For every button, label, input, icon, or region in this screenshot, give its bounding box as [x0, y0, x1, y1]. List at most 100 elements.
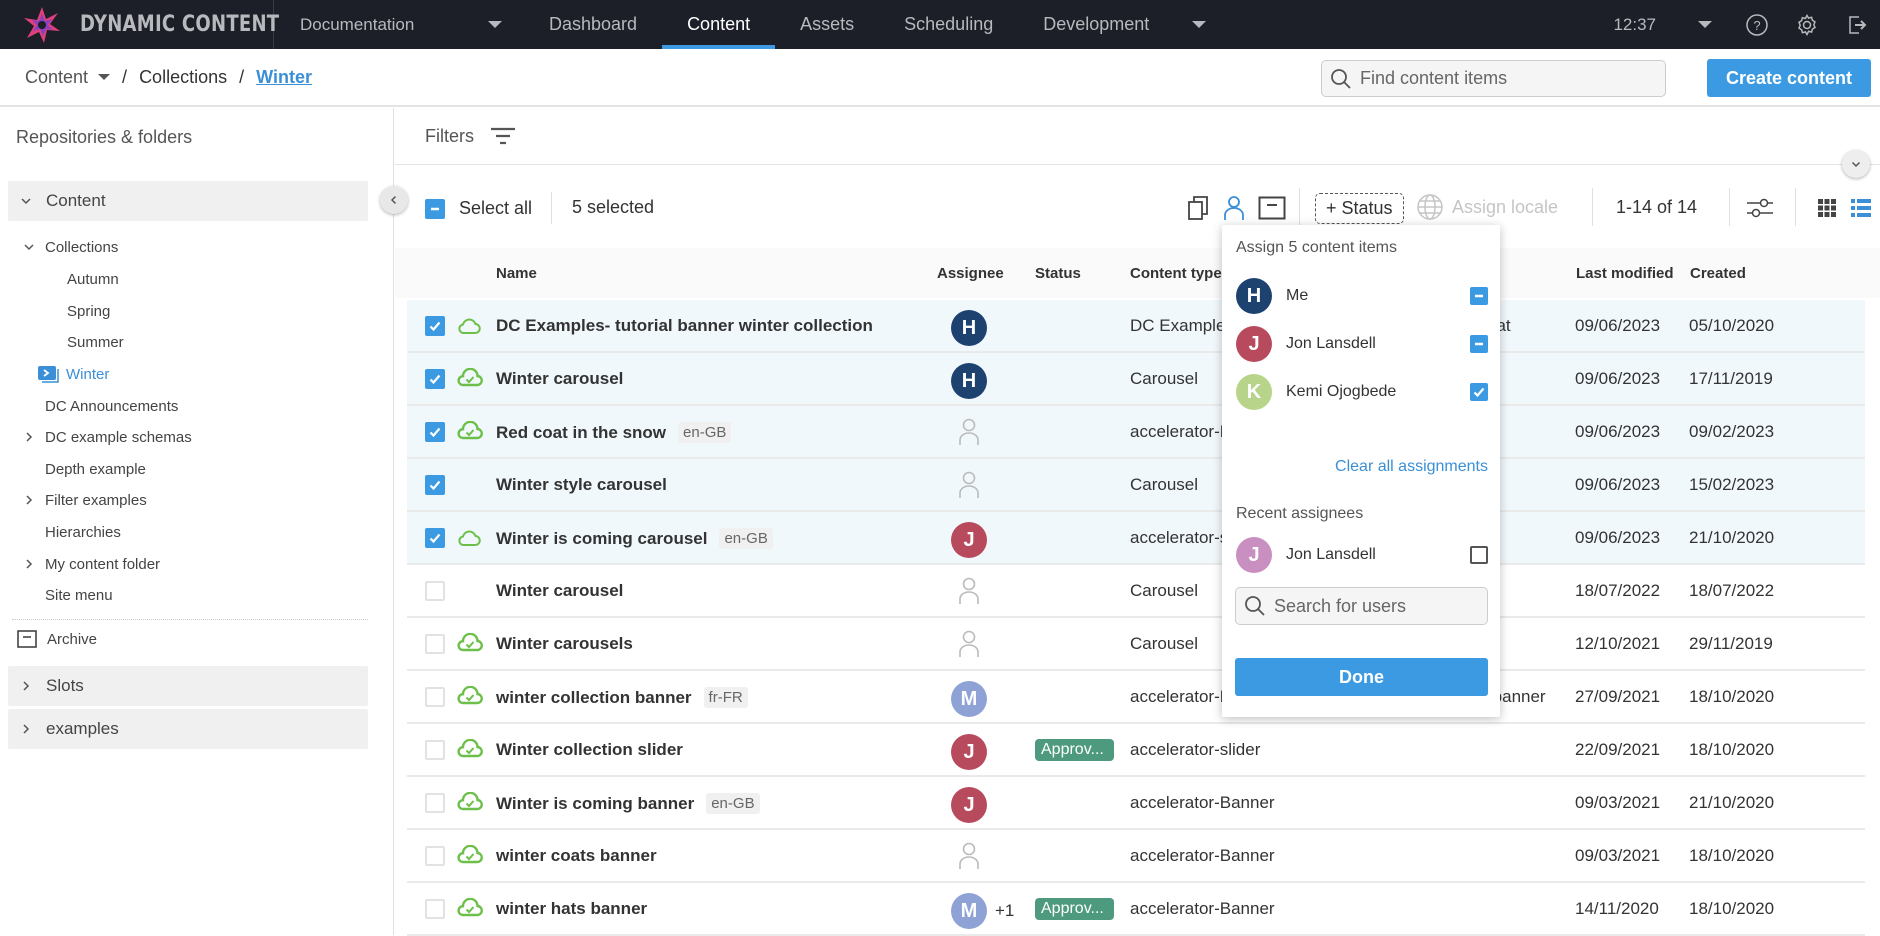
collapse-sidebar-button[interactable] — [380, 186, 408, 214]
row-checkbox-checked[interactable] — [425, 475, 445, 495]
row-checkbox[interactable] — [425, 899, 445, 919]
folder-dc-announcements[interactable]: DC Announcements — [45, 394, 178, 418]
assignee-option[interactable]: K Kemi Ojogbede — [1236, 374, 1488, 410]
content-name[interactable]: winter hats banner — [496, 899, 647, 919]
assignee[interactable]: J — [951, 522, 987, 558]
unassigned-user-icon[interactable] — [958, 630, 980, 658]
content-row[interactable]: DC Examples- tutorial banner winter coll… — [407, 300, 1865, 353]
row-checkbox[interactable] — [425, 846, 445, 866]
nav-more-button[interactable] — [1174, 0, 1224, 49]
folder-spring[interactable]: Spring — [67, 299, 110, 323]
list-view-icon[interactable] — [1847, 194, 1875, 222]
repo-content[interactable]: Content — [8, 181, 368, 221]
unassigned-user-icon[interactable] — [958, 471, 980, 499]
content-name[interactable]: DC Examples- tutorial banner winter coll… — [496, 316, 873, 336]
folder-site-menu[interactable]: Site menu — [45, 583, 113, 607]
chevron-down-icon[interactable] — [23, 241, 35, 253]
select-all-checkbox[interactable] — [425, 198, 445, 219]
clock-dropdown-icon[interactable] — [1698, 21, 1712, 28]
assignee[interactable]: M +1 — [951, 893, 1014, 929]
assignee[interactable]: J — [951, 787, 987, 823]
user-checkbox[interactable] — [1470, 546, 1488, 564]
folder-dc-example-schemas[interactable]: DC example schemas — [26, 425, 192, 449]
column-header-status[interactable]: Status — [1035, 265, 1081, 282]
user-search-input[interactable] — [1274, 595, 1474, 617]
user-search[interactable] — [1235, 587, 1488, 625]
assignee[interactable]: H — [951, 363, 987, 399]
logout-icon[interactable] — [1844, 12, 1870, 38]
content-row[interactable]: Red coat in the snow en-GB accelerator-B … — [407, 406, 1865, 459]
folder-filter-examples[interactable]: Filter examples — [26, 488, 147, 512]
content-row[interactable]: Winter collection slider J accelerator-s… — [407, 724, 1865, 777]
row-checkbox-checked[interactable] — [425, 528, 445, 548]
column-header-content-type[interactable]: Content type — [1130, 265, 1222, 282]
folder-summer[interactable]: Summer — [67, 330, 124, 354]
row-checkbox[interactable] — [425, 581, 445, 601]
row-checkbox-checked[interactable] — [425, 316, 445, 336]
chevron-right-icon[interactable] — [23, 494, 35, 506]
create-content-button[interactable]: Create content — [1707, 59, 1871, 97]
row-checkbox[interactable] — [425, 687, 445, 707]
breadcrumb-root[interactable]: Content — [25, 67, 111, 88]
help-icon[interactable]: ? — [1744, 12, 1770, 38]
content-name[interactable]: winter coats banner — [496, 846, 657, 866]
assign-user-icon[interactable] — [1220, 194, 1248, 222]
user-checkbox-checked[interactable] — [1470, 383, 1488, 401]
unassigned-user-icon[interactable] — [958, 842, 980, 870]
content-row[interactable]: Winter carousel H Carousel 09/06/2023 17… — [407, 353, 1865, 406]
content-row[interactable]: winter hats banner M +1 accelerator-Banne… — [407, 883, 1865, 936]
grid-view-icon[interactable] — [1813, 194, 1841, 222]
copy-icon[interactable] — [1185, 194, 1213, 222]
content-name[interactable]: Red coat in the snow en-GB — [496, 422, 732, 443]
nav-tab-development[interactable]: Development — [1018, 0, 1174, 49]
content-row[interactable]: Winter is coming banner en-GB J accelerat… — [407, 777, 1865, 830]
folder-winter[interactable]: Winter — [38, 362, 109, 386]
column-header-assignee[interactable]: Assignee — [937, 265, 1004, 282]
content-row[interactable]: Winter style carousel Carousel 09/06/202… — [407, 459, 1865, 512]
settings-gear-icon[interactable] — [1794, 12, 1820, 38]
user-checkbox-partial[interactable] — [1470, 335, 1488, 353]
archive-icon[interactable] — [1258, 194, 1286, 222]
folder-hierarchies[interactable]: Hierarchies — [45, 520, 121, 544]
breadcrumb-collections[interactable]: Collections — [139, 67, 227, 88]
content-row[interactable]: winter collection banner fr-FR M accelera… — [407, 671, 1865, 724]
brand[interactable]: DYNAMIC CONTENT — [0, 0, 279, 49]
clear-all-assignments-link[interactable]: Clear all assignments — [1335, 458, 1488, 476]
add-status-button[interactable]: + Status — [1315, 193, 1404, 224]
unassigned-user-icon[interactable] — [958, 577, 980, 605]
chevron-right-icon[interactable] — [23, 431, 35, 443]
archive-link[interactable]: Archive — [17, 627, 97, 651]
select-all[interactable]: Select all — [425, 198, 532, 219]
sliders-icon[interactable] — [1746, 194, 1774, 222]
content-name[interactable]: Winter style carousel — [496, 475, 667, 495]
content-name[interactable]: Winter collection slider — [496, 740, 683, 760]
chevron-right-icon[interactable] — [23, 558, 35, 570]
folder-autumn[interactable]: Autumn — [67, 267, 119, 291]
folder-collections[interactable]: Collections — [24, 235, 118, 259]
filter-icon[interactable] — [490, 126, 516, 146]
status-badge[interactable]: Approv... — [1035, 739, 1114, 761]
content-search[interactable] — [1321, 60, 1666, 97]
unassigned-user-icon[interactable] — [958, 418, 980, 446]
status-badge[interactable]: Approv... — [1035, 898, 1114, 920]
assignee[interactable]: J — [951, 734, 987, 770]
content-name[interactable]: Winter carousel — [496, 581, 623, 601]
assign-locale-button[interactable]: Assign locale — [1416, 193, 1558, 221]
recent-assignee-option[interactable]: J Jon Lansdell — [1236, 537, 1488, 573]
content-row[interactable]: Winter is coming carousel en-GB J acceler… — [407, 512, 1865, 565]
expand-filters-button[interactable] — [1842, 150, 1870, 178]
nav-tab-assets[interactable]: Assets — [775, 0, 879, 49]
column-header-last-modified[interactable]: Last modified — [1576, 265, 1674, 282]
row-checkbox-checked[interactable] — [425, 422, 445, 442]
row-checkbox[interactable] — [425, 634, 445, 654]
hub-selector[interactable]: Documentation — [274, 0, 524, 49]
content-name[interactable]: Winter carousel — [496, 369, 623, 389]
assignee-option[interactable]: H Me — [1236, 278, 1488, 314]
folder-depth-example[interactable]: Depth example — [45, 457, 146, 481]
content-row[interactable]: Winter carousels Carousel 12/10/2021 29/… — [407, 618, 1865, 671]
assignee-option[interactable]: J Jon Lansdell — [1236, 326, 1488, 362]
breadcrumb-current[interactable]: Winter — [256, 67, 312, 88]
content-name[interactable]: winter collection banner fr-FR — [496, 687, 748, 708]
nav-tab-scheduling[interactable]: Scheduling — [879, 0, 1018, 49]
nav-tab-content[interactable]: Content — [662, 0, 776, 49]
